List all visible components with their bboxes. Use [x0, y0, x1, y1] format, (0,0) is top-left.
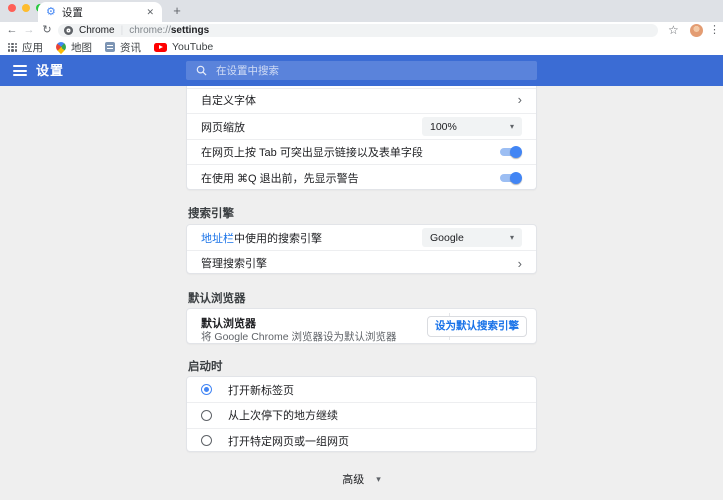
- bookmark-label: 地图: [71, 41, 92, 54]
- row-label: 在网页上按 Tab 可突出显示链接以及表单字段: [201, 147, 423, 159]
- row-label: 自定义字体: [201, 94, 256, 107]
- youtube-icon: [154, 42, 167, 52]
- settings-search-input[interactable]: [216, 64, 527, 77]
- radio-label: 打开特定网页或一组网页: [228, 435, 349, 448]
- minimize-window-button[interactable]: [22, 4, 30, 12]
- bookmark-maps[interactable]: 地图: [53, 39, 92, 55]
- chevron-right-icon: ›: [517, 92, 522, 107]
- startup-option-specific-pages[interactable]: 打开特定网页或一组网页: [187, 427, 536, 453]
- omnibox-url-scheme: chrome://: [129, 25, 171, 36]
- news-icon: [105, 42, 115, 52]
- page-zoom-select[interactable]: 100% ▾: [422, 117, 522, 136]
- bookmark-label: 资讯: [120, 41, 141, 54]
- bookmark-star-icon[interactable]: ☆: [668, 22, 679, 39]
- row-label-rest: 中使用的搜索引擎: [234, 232, 322, 245]
- advanced-button[interactable]: 高级 ▾: [186, 470, 537, 488]
- row-label: 地址栏中使用的搜索引擎: [201, 230, 322, 246]
- close-window-button[interactable]: [8, 4, 16, 12]
- default-browser-subtitle: 将 Google Chrome 浏览器设为默认浏览器: [201, 331, 397, 343]
- settings-content: 自定义字体 › 网页缩放 100% ▾ 在网页上按 Tab 可突出显示链接以及表…: [0, 86, 723, 500]
- bookmark-apps[interactable]: 应用: [8, 40, 43, 55]
- gear-favicon-icon: ⚙: [46, 5, 56, 18]
- bookmarks-bar: 应用 地图 资讯 YouTube: [0, 39, 723, 55]
- customize-fonts-row[interactable]: 自定义字体 ›: [187, 86, 536, 113]
- warn-before-quit-row: 在使用 ⌘Q 退出前，先显示警告: [187, 164, 536, 190]
- radio-icon[interactable]: [201, 435, 212, 447]
- forward-icon[interactable]: →: [22, 22, 36, 39]
- page-title: 设置: [36, 63, 65, 78]
- address-bar-link[interactable]: 地址栏: [201, 233, 234, 245]
- address-bar[interactable]: Chrome | chrome:// settings: [58, 24, 658, 37]
- selected-value: Google: [430, 231, 464, 244]
- profile-avatar[interactable]: [690, 24, 703, 37]
- radio-label: 从上次停下的地方继续: [228, 410, 338, 423]
- page-zoom-row: 网页缩放 100% ▾: [187, 113, 536, 139]
- chrome-page-icon: [64, 26, 73, 35]
- tab-highlight-row: 在网页上按 Tab 可突出显示链接以及表单字段: [187, 139, 536, 164]
- browser-tab-settings[interactable]: ⚙ 设置 ✕: [38, 2, 162, 22]
- browser-toolbar: ← → ↻ Chrome | chrome:// settings ☆ ⋮: [0, 22, 723, 39]
- startup-option-new-tab[interactable]: 打开新标签页: [187, 377, 536, 402]
- tab-highlight-toggle[interactable]: [498, 146, 522, 158]
- make-default-button[interactable]: 设为默认搜索引擎: [427, 316, 527, 337]
- bookmark-label: YouTube: [172, 41, 214, 53]
- radio-selected-icon[interactable]: [201, 384, 212, 396]
- title-bar: ⚙ 设置 ✕ +: [0, 0, 723, 22]
- default-browser-card: 默认浏览器 将 Google Chrome 浏览器设为默认浏览器 设为默认搜索引…: [186, 308, 537, 344]
- warn-quit-toggle[interactable]: [498, 171, 522, 184]
- bookmark-news[interactable]: 资讯: [105, 40, 141, 55]
- row-label: 管理搜索引擎: [201, 258, 267, 270]
- apps-grid-icon: [8, 42, 17, 52]
- search-engine-select[interactable]: Google ▾: [422, 228, 522, 247]
- caret-down-icon: ▾: [509, 233, 514, 242]
- section-title-search-engine: 搜索引擎: [188, 208, 234, 220]
- row-label: 在使用 ⌘Q 退出前，先显示警告: [201, 172, 359, 185]
- appearance-card: 自定义字体 › 网页缩放 100% ▾ 在网页上按 Tab 可突出显示链接以及表…: [186, 86, 537, 190]
- menu-hamburger-icon[interactable]: [13, 65, 27, 76]
- bookmark-label: 应用: [22, 41, 43, 54]
- search-engine-card: 地址栏中使用的搜索引擎 Google ▾ 管理搜索引擎 ›: [186, 224, 537, 274]
- caret-down-icon: ▾: [376, 473, 381, 484]
- search-icon: [196, 65, 207, 76]
- settings-header: 设置: [0, 55, 723, 86]
- radio-label: 打开新标签页: [228, 384, 294, 397]
- omnibox-url-path: settings: [170, 25, 210, 36]
- selected-value: 100%: [430, 120, 457, 133]
- row-label: 网页缩放: [201, 121, 245, 134]
- section-title-startup: 启动时: [188, 361, 223, 373]
- tab-title: 设置: [61, 6, 83, 19]
- omnibox-site-label: Chrome: [79, 25, 115, 36]
- startup-option-continue[interactable]: 从上次停下的地方继续: [187, 402, 536, 427]
- startup-card: 打开新标签页 从上次停下的地方继续 打开特定网页或一组网页: [186, 376, 537, 452]
- radio-icon[interactable]: [201, 409, 212, 421]
- reload-icon[interactable]: ↻: [40, 22, 54, 39]
- omnibox-separator: |: [120, 25, 124, 36]
- section-title-default-browser: 默认浏览器: [188, 293, 246, 305]
- chevron-right-icon: ›: [517, 255, 522, 271]
- advanced-label: 高级: [342, 474, 365, 486]
- settings-search-box[interactable]: [186, 61, 537, 80]
- bookmark-youtube[interactable]: YouTube: [154, 41, 213, 53]
- address-bar-engine-row: 地址栏中使用的搜索引擎 Google ▾: [187, 225, 536, 250]
- manage-search-engines-row[interactable]: 管理搜索引擎 ›: [187, 250, 536, 275]
- browser-menu-icon[interactable]: ⋮: [709, 22, 720, 39]
- back-icon[interactable]: ←: [5, 22, 19, 39]
- close-tab-icon[interactable]: ✕: [146, 7, 154, 18]
- maps-pin-icon: [53, 39, 69, 55]
- new-tab-button[interactable]: +: [169, 3, 185, 19]
- caret-down-icon: ▾: [509, 122, 514, 131]
